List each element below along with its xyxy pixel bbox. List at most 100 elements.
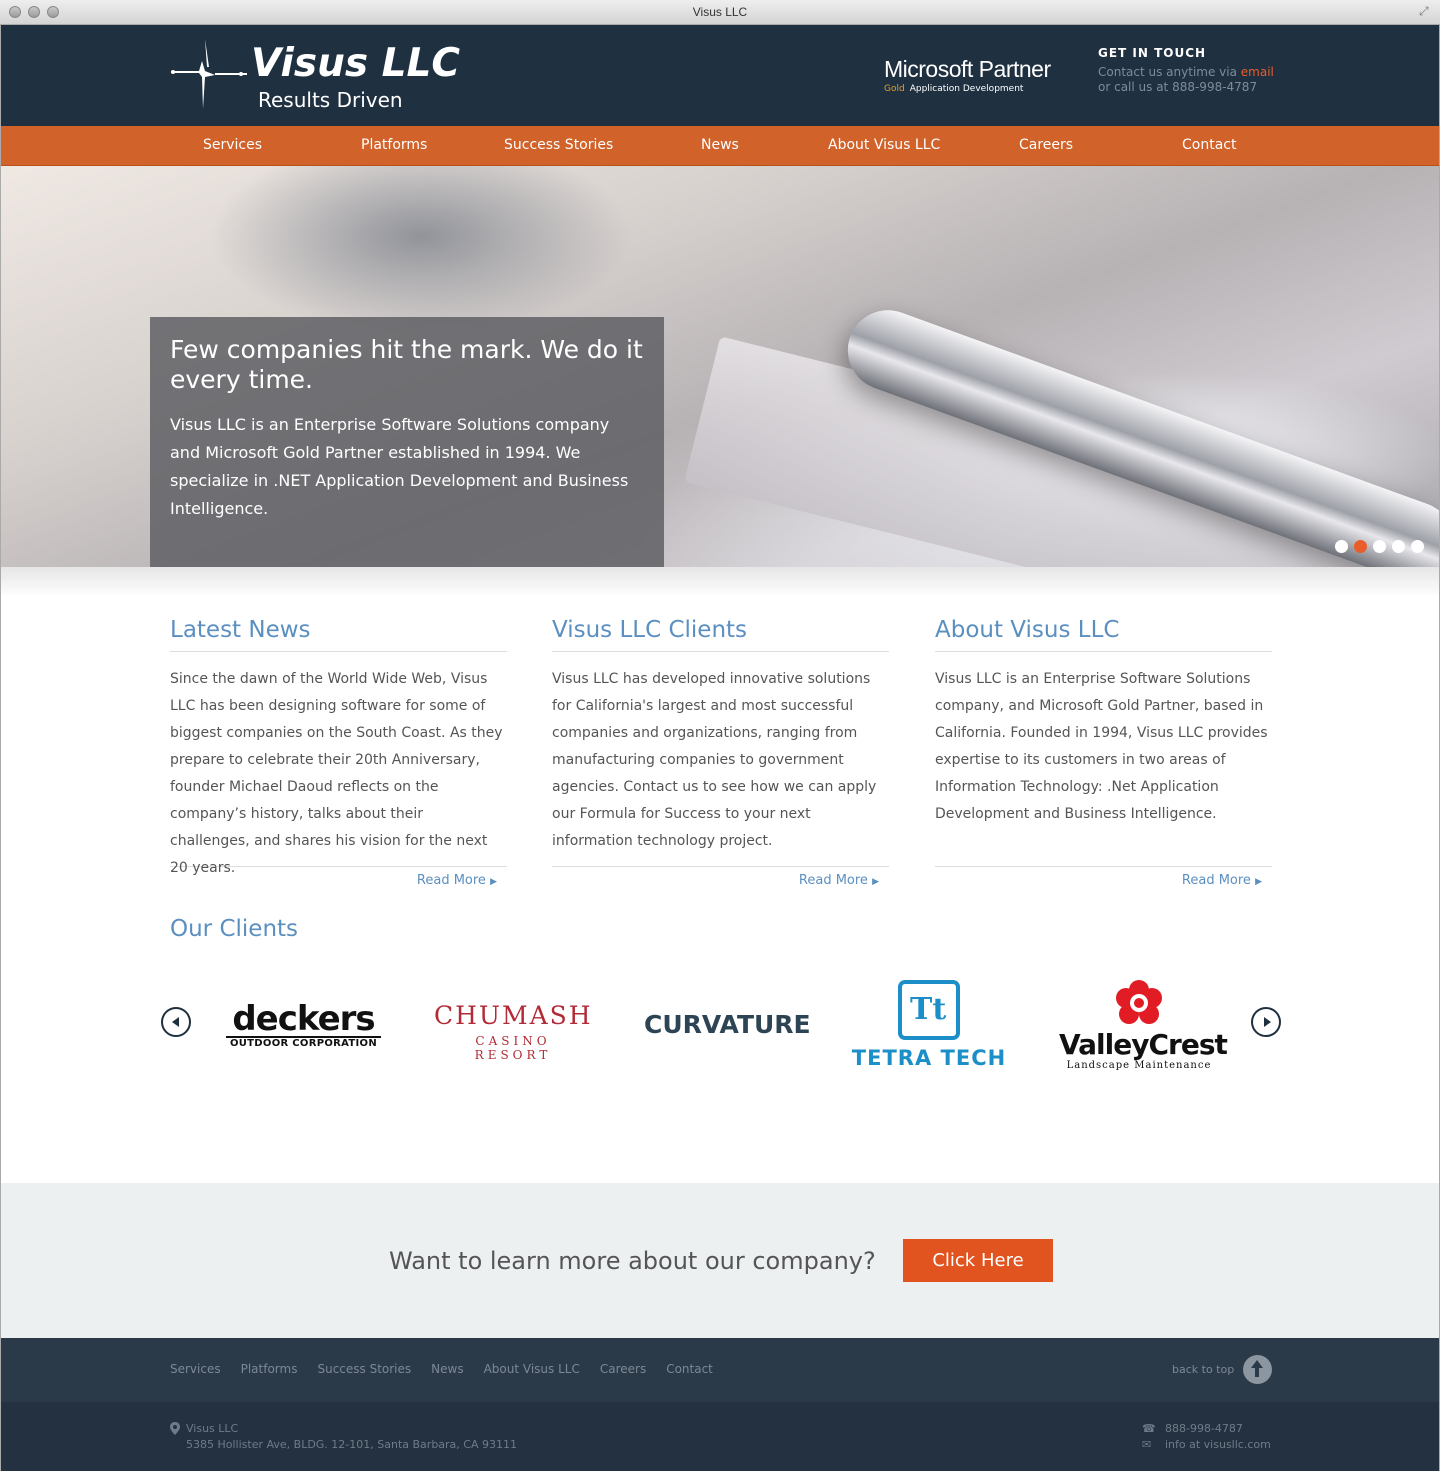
client-logo-valleycrest: ValleyCrest Landscape Maintenance — [1059, 980, 1228, 1090]
company-address: Visus LLC 5385 Hollister Ave, BLDG. 12-1… — [170, 1421, 517, 1453]
map-pin-icon — [170, 1422, 180, 1435]
about-column: About Visus LLC Visus LLC is an Enterpri… — [935, 617, 1272, 888]
cta-band: Want to learn more about our company? Cl… — [1, 1183, 1439, 1338]
clients-carousel: deckers OUTDOOR CORPORATION CHUMASH CASI… — [159, 980, 1283, 1090]
arrow-up-icon[interactable] — [1243, 1355, 1273, 1384]
hero-slider[interactable]: Few companies hit the mark. We do it eve… — [1, 166, 1439, 567]
contact-line-email: Contact us anytime via email — [1098, 65, 1274, 79]
column-title: Visus LLC Clients — [552, 617, 889, 652]
client-mark: Tt — [910, 992, 947, 1027]
footer-phone: ☎ 888-998-4787 — [1142, 1421, 1271, 1437]
email-address[interactable]: info at visusllc.com — [1165, 1437, 1271, 1453]
nav-item-services[interactable]: Services — [203, 137, 262, 153]
page: Visus LLC Results Driven Microsoft Partn… — [0, 25, 1440, 1471]
chevron-right-icon: ▶ — [1255, 877, 1262, 887]
carousel-prev-button[interactable] — [161, 1007, 191, 1037]
client-name: TETRA TECH — [851, 1046, 1007, 1070]
logo-tagline: Results Driven — [258, 88, 403, 112]
partner-competency: Application Development — [909, 84, 1024, 94]
nav-item-about[interactable]: About Visus LLC — [828, 137, 940, 153]
nav-item-platforms[interactable]: Platforms — [361, 137, 427, 153]
nav-item-news[interactable]: News — [701, 137, 739, 153]
site-footer: Services Platforms Success Stories News … — [1, 1338, 1439, 1471]
read-more-label[interactable]: Read More — [417, 873, 486, 888]
partner-subtitle: Gold Application Development — [884, 84, 1051, 94]
phone-icon: ☎ — [1142, 1422, 1156, 1435]
chevron-right-icon: ▶ — [872, 877, 879, 887]
client-sub: OUTDOOR CORPORATION — [226, 1036, 381, 1049]
slider-dot[interactable] — [1373, 540, 1386, 553]
slider-pagination — [1335, 540, 1424, 553]
chevron-right-icon: ▶ — [490, 877, 497, 887]
contact-email-link[interactable]: email — [1241, 65, 1274, 79]
footer-nav: Services Platforms Success Stories News … — [170, 1362, 713, 1376]
client-logo-chumash: CHUMASH CASINO RESORT — [434, 1002, 592, 1112]
carousel-next-button[interactable] — [1251, 1007, 1281, 1037]
cta-text: Want to learn more about our company? — [389, 1247, 876, 1275]
microsoft-partner-badge: Microsoft Partner Gold Application Develo… — [884, 56, 1051, 94]
feature-columns: Latest News Since the dawn of the World … — [170, 617, 1272, 897]
window-title: Visus LLC — [692, 5, 748, 19]
hero-headline: Few companies hit the mark. We do it eve… — [170, 335, 643, 394]
read-more-link[interactable]: Read More ▶ — [552, 873, 889, 888]
flower-icon — [1115, 980, 1163, 1028]
slider-dot[interactable] — [1335, 540, 1348, 553]
contact-line-phone: or call us at 888-998-4787 — [1098, 80, 1258, 94]
read-more-label[interactable]: Read More — [799, 873, 868, 888]
client-logo-curvature: CURVATURE — [644, 1010, 811, 1039]
divider — [552, 866, 889, 867]
footer-link-about[interactable]: About Visus LLC — [484, 1362, 580, 1376]
slider-dot[interactable] — [1392, 540, 1405, 553]
partner-title: Microsoft Partner — [884, 56, 1051, 82]
visus-logo-icon — [171, 39, 247, 109]
fullscreen-icon[interactable]: ⤢ — [1419, 5, 1432, 18]
tetra-tech-mark-icon: Tt — [898, 980, 960, 1040]
main-nav: Services Platforms Success Stories News … — [1, 126, 1439, 166]
slider-dot[interactable] — [1411, 540, 1424, 553]
footer-link-careers[interactable]: Careers — [600, 1362, 646, 1376]
site-header: Visus LLC Results Driven Microsoft Partn… — [1, 25, 1439, 126]
back-to-top-label[interactable]: back to top — [1172, 1363, 1234, 1376]
clients-title: Our Clients — [170, 916, 299, 942]
footer-link-contact[interactable]: Contact — [666, 1362, 713, 1376]
footer-link-services[interactable]: Services — [170, 1362, 221, 1376]
column-title: Latest News — [170, 617, 507, 652]
footer-link-success-stories[interactable]: Success Stories — [317, 1362, 411, 1376]
back-to-top-link[interactable]: back to top — [1172, 1355, 1273, 1384]
contact-heading: GET IN TOUCH — [1098, 46, 1207, 60]
client-sub: Landscape Maintenance — [1066, 1060, 1212, 1071]
slider-dot-active[interactable] — [1354, 540, 1367, 553]
click-here-button[interactable]: Click Here — [903, 1239, 1053, 1282]
site-logo[interactable]: Visus LLC Results Driven — [169, 35, 460, 115]
nav-item-success-stories[interactable]: Success Stories — [504, 137, 613, 153]
footer-link-news[interactable]: News — [431, 1362, 463, 1376]
latest-news-column: Latest News Since the dawn of the World … — [170, 617, 507, 888]
envelope-icon: ✉ — [1142, 1438, 1152, 1451]
column-text: Visus LLC is an Enterprise Software Solu… — [935, 671, 1268, 822]
hero-caption: Few companies hit the mark. We do it eve… — [150, 317, 664, 567]
column-title: About Visus LLC — [935, 617, 1272, 652]
window-titlebar: Visus LLC ⤢ — [0, 0, 1440, 25]
read-more-link[interactable]: Read More ▶ — [935, 873, 1272, 888]
footer-email[interactable]: ✉ info at visusllc.com — [1142, 1437, 1271, 1453]
phone-number: 888-998-4787 — [1165, 1422, 1243, 1435]
client-name: CHUMASH — [434, 1001, 593, 1030]
read-more-label[interactable]: Read More — [1182, 873, 1251, 888]
nav-item-contact[interactable]: Contact — [1182, 137, 1236, 153]
footer-contact: ☎ 888-998-4787 ✉ info at visusllc.com — [1142, 1421, 1271, 1453]
nav-item-careers[interactable]: Careers — [1019, 137, 1073, 153]
client-name: ValleyCrest — [1059, 1028, 1228, 1061]
divider — [935, 866, 1272, 867]
client-logo-tetra-tech: Tt TETRA TECH — [849, 980, 1009, 1090]
client-name: deckers — [232, 999, 375, 1039]
get-in-touch: GET IN TOUCH Contact us anytime via emai… — [1098, 46, 1274, 94]
column-text: Visus LLC has developed innovative solut… — [552, 671, 877, 849]
hero-shadow — [1, 567, 1439, 597]
partner-gold-label: Gold — [884, 84, 905, 94]
clients-column: Visus LLC Clients Visus LLC has develope… — [552, 617, 889, 888]
client-logo-deckers: deckers OUTDOOR CORPORATION — [226, 1002, 381, 1112]
footer-link-platforms[interactable]: Platforms — [241, 1362, 298, 1376]
column-text: Since the dawn of the World Wide Web, Vi… — [170, 671, 503, 876]
contact-line-prefix: Contact us anytime via — [1098, 65, 1237, 79]
address-line: 5385 Hollister Ave, BLDG. 12-101, Santa … — [186, 1438, 517, 1451]
